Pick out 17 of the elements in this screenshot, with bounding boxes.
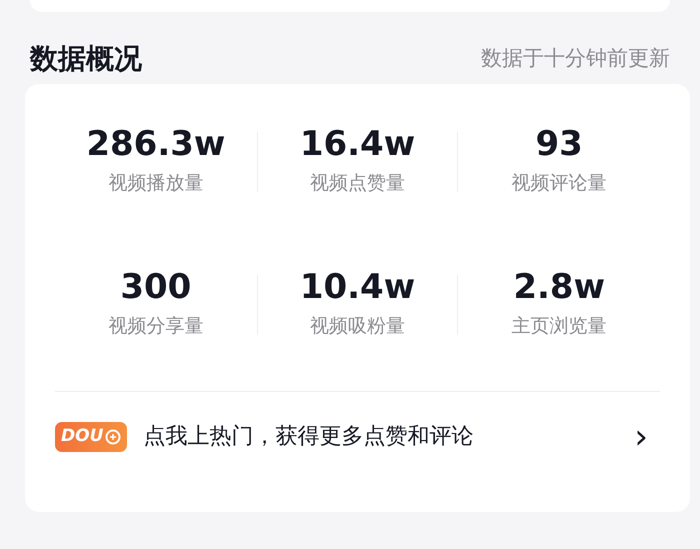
stat-value: 16.4w	[298, 124, 416, 165]
promo-link[interactable]: 点我上热门，获得更多点赞和评论	[143, 420, 634, 454]
plus-circle-icon	[105, 428, 122, 445]
stat-label: 视频点赞量	[308, 170, 406, 196]
stat-label: 主页浏览量	[510, 314, 608, 340]
stat-value: 286.3w	[85, 124, 226, 165]
stat-value: 2.8w	[512, 267, 606, 308]
stat-label: 视频评论量	[510, 170, 608, 196]
stat-value: 10.4w	[298, 267, 416, 308]
stat-value: 300	[119, 267, 192, 308]
stat-label: 视频分享量	[107, 314, 204, 340]
stat-label: 视频播放量	[107, 170, 204, 196]
stat-label: 视频吸粉量	[308, 314, 406, 340]
stat-value: 93	[534, 124, 584, 165]
update-note: 数据于十分钟前更新	[481, 45, 670, 72]
section-title: 数据概况	[30, 41, 142, 77]
chevron-right-icon[interactable]: ›	[634, 420, 648, 454]
